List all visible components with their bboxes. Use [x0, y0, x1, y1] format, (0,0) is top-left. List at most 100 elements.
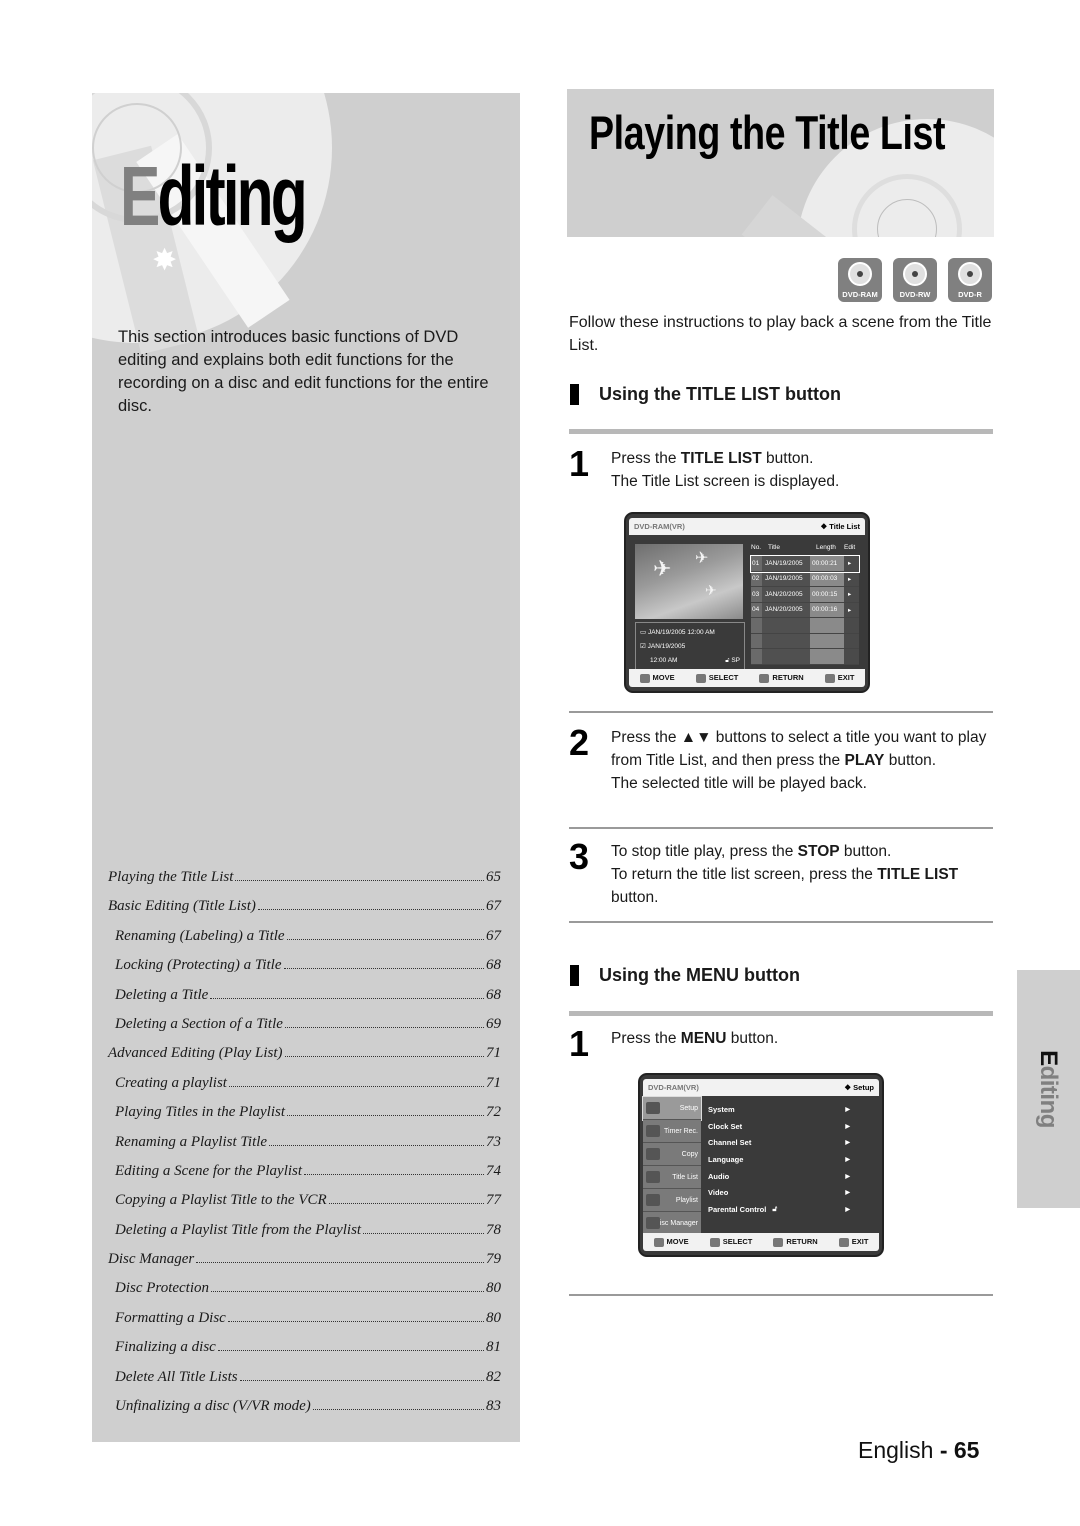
arrow-right-icon: ▶ [845, 1173, 850, 1180]
setup-option-item[interactable]: Parental Control 🔓︎ ▶ [708, 1201, 882, 1218]
toc-entry[interactable]: Deleting a Title 68 [108, 987, 501, 1016]
toc-label: Editing a Scene for the Playlist [115, 1162, 303, 1179]
arrow-right-icon: ▶ [845, 1123, 850, 1130]
toc-leader [284, 1026, 484, 1028]
page-header: Playing the Title List [567, 89, 994, 237]
setup-option-item[interactable]: Audio ▶ [708, 1168, 882, 1185]
toc-entry[interactable]: Unfinalizing a disc (V/VR mode) 83 [108, 1398, 501, 1427]
heading-bar [570, 965, 579, 986]
setup-options: System ▶ Clock Set ▶ Channel Set ▶ Language ▶ Au… [708, 1101, 882, 1218]
page-number: English - 65 [858, 1437, 980, 1463]
divider [569, 1011, 993, 1016]
title-row[interactable]: 01 JAN/19/2005 00:00:21 ▸ [750, 555, 860, 573]
toc-leader [312, 1409, 484, 1411]
toc-leader [287, 1115, 484, 1117]
toc-leader [363, 1232, 484, 1234]
toc-leader [196, 1262, 484, 1264]
toc-label: Basic Editing (Title List) [108, 898, 256, 915]
toc-page: 73 [486, 1133, 501, 1150]
toc-page: 68 [486, 957, 501, 974]
title-row[interactable]: 03 JAN/20/2005 00:00:15 ▸ [751, 587, 859, 603]
arrow-right-icon: ▶ [845, 1106, 850, 1113]
toc-leader [217, 1350, 484, 1352]
page-title: Playing the Title List [589, 106, 946, 159]
toc-entry[interactable]: Renaming (Labeling) a Title 67 [108, 928, 501, 957]
toc-page: 82 [486, 1368, 501, 1385]
table-of-contents: Playing the Title List 65 Basic Editing (T… [108, 869, 501, 1427]
toc-label: Locking (Protecting) a Title [115, 957, 282, 974]
toc-label: Disc Protection [115, 1280, 210, 1297]
toc-leader [257, 909, 484, 911]
setup-category-item[interactable]: Disc Manager [643, 1212, 701, 1235]
setup-category-item[interactable]: Title List [643, 1166, 701, 1189]
toc-page: 65 [486, 869, 501, 885]
empty-title-row [751, 633, 859, 649]
move-hint: MOVE [639, 673, 675, 683]
toc-page: 79 [486, 1251, 501, 1268]
setup-category-item[interactable]: Timer Rec. [643, 1120, 701, 1143]
toc-page: 83 [486, 1398, 501, 1415]
title-row[interactable]: 02 JAN/19/2005 00:00:03 ▸ [751, 571, 859, 587]
disc-type-icon: DVD-RAM [838, 258, 882, 302]
toc-label: Unfinalizing a disc (V/VR mode) [115, 1398, 311, 1415]
compatible-disc-icons: DVD-RAM DVD-RW DVD-R [838, 258, 992, 302]
toc-entry[interactable]: Deleting a Playlist Title from the Playl… [108, 1222, 501, 1251]
toc-entry[interactable]: Deleting a Section of a Title 69 [108, 1016, 501, 1045]
chapter-title: Editing [120, 149, 308, 243]
edit-arrow-icon[interactable]: ▸ [844, 571, 859, 586]
toc-leader [304, 1173, 484, 1175]
toc-page: 74 [486, 1162, 501, 1179]
empty-title-row [751, 649, 859, 665]
toc-entry[interactable]: Advanced Editing (Play List) 71 [108, 1045, 501, 1074]
toc-entry[interactable]: Renaming a Playlist Title 73 [108, 1134, 501, 1163]
edit-arrow-icon[interactable]: ▸ [844, 602, 859, 617]
toc-leader [328, 1203, 484, 1205]
section-heading: Using the TITLE LIST button [570, 384, 841, 405]
toc-page: 69 [486, 1015, 501, 1032]
toc-label: Copying a Playlist Title to the VCR [115, 1192, 327, 1209]
setup-option-item[interactable]: Video ▶ [708, 1184, 882, 1201]
category-icon [646, 1217, 660, 1229]
toc-page: 80 [486, 1309, 501, 1326]
toc-label: Deleting a Playlist Title from the Playl… [115, 1221, 362, 1238]
setup-option-item[interactable]: Clock Set ▶ [708, 1118, 882, 1135]
setup-option-item[interactable]: System ▶ [708, 1101, 882, 1118]
setup-category-item[interactable]: Copy [643, 1143, 701, 1166]
sparkle-icon: ✸ [152, 244, 178, 277]
setup-option-item[interactable]: Language ▶ [708, 1151, 882, 1168]
title-row[interactable]: 04 JAN/20/2005 00:00:16 ▸ [751, 602, 859, 618]
toc-label: Formatting a Disc [115, 1309, 226, 1326]
toc-leader [239, 1379, 484, 1381]
toc-leader [228, 1085, 484, 1087]
title-thumbnail: ✈ ✈ ✈ [635, 544, 743, 619]
return-hint: RETURN [773, 1237, 818, 1247]
toc-label: Deleting a Title [115, 986, 209, 1003]
toc-entry[interactable]: Disc Manager 79 [108, 1251, 501, 1280]
toc-entry[interactable]: Formatting a Disc 80 [108, 1310, 501, 1339]
toc-page: 68 [486, 986, 501, 1003]
toc-entry[interactable]: Finalizing a disc 81 [108, 1339, 501, 1368]
toc-entry[interactable]: Basic Editing (Title List) 67 [108, 898, 501, 927]
toc-entry[interactable]: Playing Titles in the Playlist 72 [108, 1104, 501, 1133]
select-hint: SELECT [709, 1237, 752, 1247]
category-icon [646, 1171, 660, 1183]
toc-entry[interactable]: Creating a playlist 71 [108, 1075, 501, 1104]
toc-entry[interactable]: Disc Protection 80 [108, 1280, 501, 1309]
edit-arrow-icon[interactable]: ▸ [844, 556, 859, 571]
setup-option-item[interactable]: Channel Set ▶ [708, 1134, 882, 1151]
toc-entry[interactable]: Playing the Title List 65 [108, 869, 501, 898]
edit-arrow-icon[interactable]: ▸ [844, 587, 859, 602]
toc-entry[interactable]: Delete All Title Lists 82 [108, 1369, 501, 1398]
category-icon [646, 1125, 660, 1137]
title-info: ▭ JAN/19/2005 12:00 AM ☑ JAN/19/2005 12:… [635, 622, 745, 670]
toc-entry[interactable]: Editing a Scene for the Playlist 74 [108, 1163, 501, 1192]
toc-entry[interactable]: Copying a Playlist Title to the VCR 77 [108, 1192, 501, 1221]
toc-entry[interactable]: Locking (Protecting) a Title 68 [108, 957, 501, 986]
lock-icon: 🔓︎ [725, 657, 730, 664]
toc-label: Advanced Editing (Play List) [108, 1045, 283, 1062]
category-icon [646, 1194, 660, 1206]
setup-category-item[interactable]: Setup [642, 1096, 702, 1121]
chapter-side-tab: Editing [1017, 970, 1080, 1208]
setup-category-item[interactable]: Playlist [643, 1189, 701, 1212]
toc-leader [235, 880, 484, 881]
